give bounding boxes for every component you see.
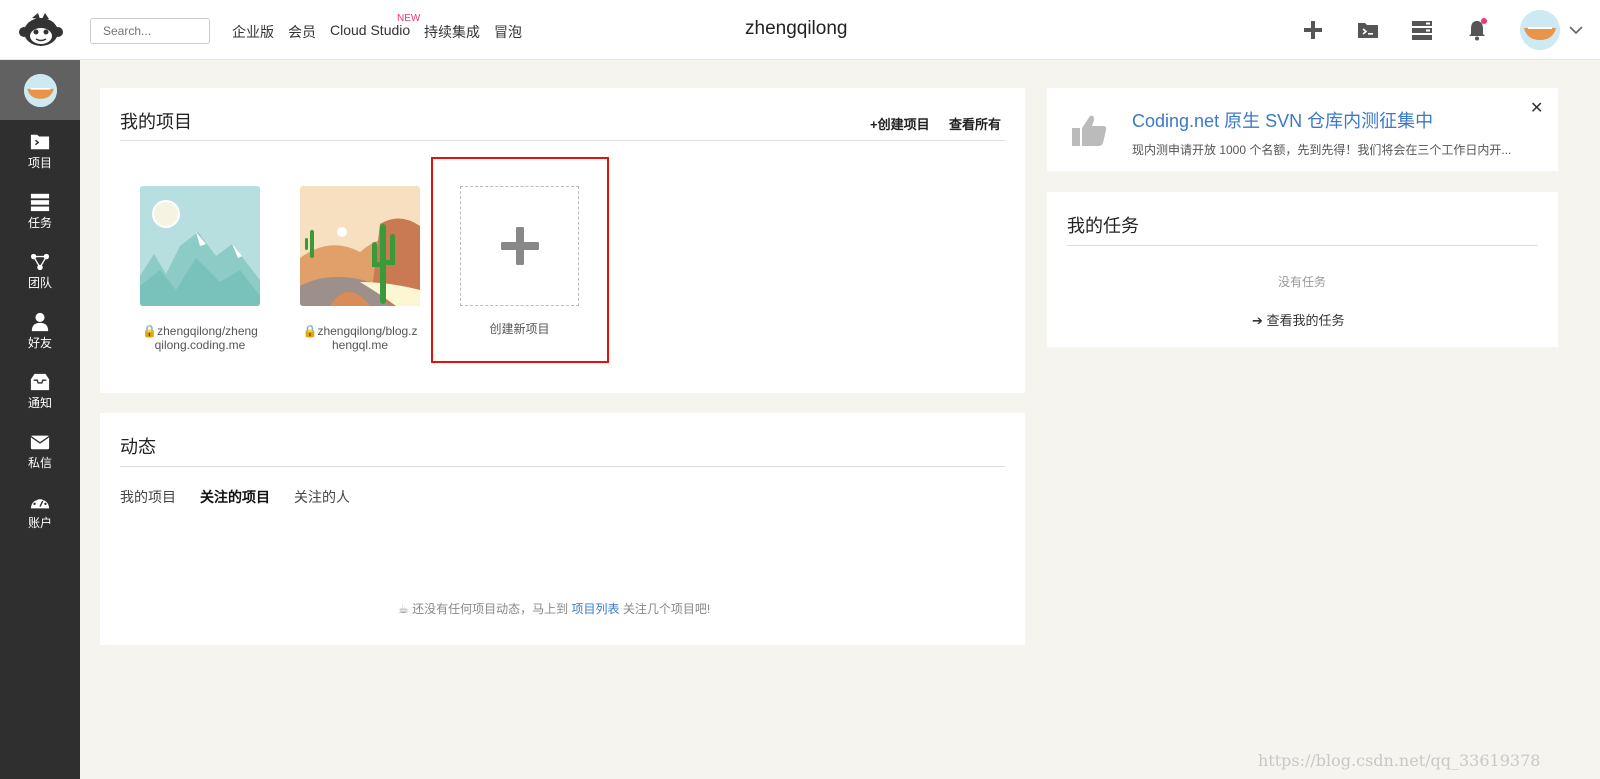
sidebar-item-label: 任务 bbox=[27, 216, 52, 230]
nav-bubble-link[interactable]: 冒泡 bbox=[494, 22, 522, 42]
folder-icon bbox=[30, 134, 50, 150]
nav-cloud-studio-link[interactable]: Cloud Studio bbox=[330, 22, 410, 38]
sidebar-item-label: 通知 bbox=[27, 396, 52, 410]
svn-banner-title[interactable]: Coding.net 原生 SVN 仓库内测征集中 bbox=[1132, 107, 1433, 133]
sidebar-item-label: 团队 bbox=[27, 276, 52, 290]
page-title: zhengqilong bbox=[745, 18, 848, 39]
arrow-right-icon: ➔ bbox=[1252, 313, 1263, 328]
sidebar-item-account[interactable]: 账户 bbox=[0, 486, 80, 542]
project-list-link[interactable]: 项目列表 bbox=[571, 602, 619, 616]
dashboard-icon bbox=[30, 496, 50, 509]
tasks-list-icon[interactable] bbox=[1410, 18, 1434, 42]
tab-my-projects[interactable]: 我的项目 bbox=[120, 487, 176, 507]
view-my-tasks-link[interactable]: ➔ 查看我的任务 bbox=[1252, 310, 1345, 329]
create-new-project-label[interactable]: 创建新项目 bbox=[460, 320, 579, 337]
project-thumbnail-mountains[interactable] bbox=[140, 186, 260, 306]
coffee-icon: ☕ bbox=[398, 602, 409, 616]
nav-ci-link[interactable]: 持续集成 bbox=[424, 22, 480, 42]
project-name[interactable]: 🔒zhengqilong/zheng qilong.coding.me bbox=[135, 324, 265, 352]
project-thumbnail-desert[interactable] bbox=[300, 186, 420, 306]
user-icon bbox=[31, 312, 49, 332]
sidebar: 项目 任务 团队 好友 通知 私信 账户 bbox=[0, 60, 80, 779]
sidebar-item-label: 好友 bbox=[27, 336, 52, 350]
no-tasks-text: 没有任务 bbox=[1278, 275, 1327, 289]
view-all-projects-link[interactable]: 查看所有 bbox=[949, 114, 1001, 133]
divider bbox=[120, 466, 1005, 467]
divider bbox=[120, 140, 1005, 141]
project-folder-icon[interactable] bbox=[1356, 18, 1380, 42]
inbox-icon bbox=[30, 373, 50, 391]
bell-icon[interactable] bbox=[1465, 18, 1489, 42]
empty-activity-message: ☕ 还没有任何项目动态，马上到 项目列表 关注几个项目吧! bbox=[398, 602, 711, 616]
nav-member-link[interactable]: 会员 bbox=[288, 22, 316, 42]
nav-enterprise-link[interactable]: 企业版 bbox=[232, 22, 274, 42]
tab-followed-people[interactable]: 关注的人 bbox=[294, 487, 350, 507]
tab-followed-projects[interactable]: 关注的项目 bbox=[200, 487, 270, 507]
create-project-link[interactable]: +创建项目 bbox=[870, 114, 930, 133]
divider bbox=[1067, 245, 1538, 246]
lock-icon: 🔒 bbox=[142, 324, 158, 338]
lock-icon: 🔒 bbox=[302, 324, 318, 338]
watermark: https://blog.csdn.net/qq_33619378 bbox=[1258, 751, 1541, 770]
projects-panel-title: 我的项目 bbox=[120, 112, 192, 132]
sidebar-item-label: 账户 bbox=[27, 516, 52, 530]
project-name[interactable]: 🔒zhengqilong/blog.z hengql.me bbox=[295, 324, 425, 352]
sidebar-item-team[interactable]: 团队 bbox=[0, 246, 80, 302]
sidebar-item-friends[interactable]: 好友 bbox=[0, 306, 80, 362]
activity-panel-title: 动态 bbox=[120, 437, 156, 457]
top-bar: 企业版 会员 Cloud Studio NEW 持续集成 冒泡 zhengqil… bbox=[0, 0, 1600, 60]
sidebar-item-projects[interactable]: 项目 bbox=[0, 126, 80, 182]
thumbs-up-icon bbox=[1072, 115, 1107, 146]
tasks-icon bbox=[30, 193, 50, 212]
plus-icon bbox=[501, 227, 539, 265]
sidebar-item-tasks[interactable]: 任务 bbox=[0, 186, 80, 242]
team-icon bbox=[30, 253, 50, 271]
svn-banner-description: 现内测申请开放 1000 个名额，先到先得！我们将会在三个工作日内开... bbox=[1132, 143, 1512, 157]
create-new-project-tile[interactable] bbox=[460, 186, 579, 306]
sidebar-item-label: 项目 bbox=[27, 156, 52, 170]
tasks-panel-title: 我的任务 bbox=[1067, 216, 1139, 236]
chevron-down-icon[interactable] bbox=[1568, 22, 1584, 38]
close-icon[interactable]: ✕ bbox=[1530, 98, 1543, 118]
new-badge: NEW bbox=[397, 13, 421, 24]
sidebar-avatar-area bbox=[0, 60, 80, 120]
plus-icon[interactable] bbox=[1301, 18, 1325, 42]
coding-monkey-logo-icon[interactable] bbox=[18, 12, 64, 48]
envelope-icon bbox=[30, 435, 50, 450]
user-avatar[interactable] bbox=[1520, 10, 1560, 50]
sidebar-avatar[interactable] bbox=[24, 74, 57, 107]
sidebar-item-label: 私信 bbox=[27, 456, 52, 470]
sidebar-item-messages[interactable]: 私信 bbox=[0, 426, 80, 482]
sidebar-item-notifications[interactable]: 通知 bbox=[0, 366, 80, 422]
search-input[interactable] bbox=[90, 18, 210, 44]
